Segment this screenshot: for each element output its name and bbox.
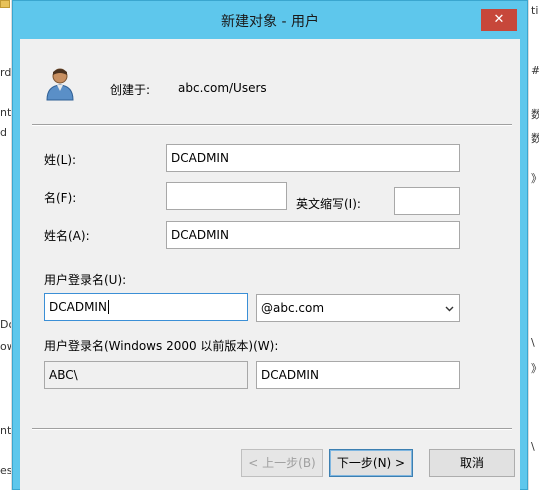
background-text: 数	[531, 130, 539, 146]
folder-icon	[0, 0, 10, 8]
logon-name-value: DCADMIN	[49, 300, 107, 314]
pre2000-domain-field: ABC\	[44, 361, 248, 389]
first-name-field[interactable]	[166, 182, 287, 210]
upn-suffix-value: @abc.com	[261, 301, 325, 315]
cancel-button[interactable]: 取消	[429, 449, 515, 477]
background-text: 数	[531, 106, 539, 122]
background-text: 》	[531, 360, 539, 376]
dialog-title: 新建对象 - 用户	[221, 14, 319, 30]
first-name-label: 名(F):	[44, 191, 77, 205]
full-name-label: 姓名(A):	[44, 229, 90, 243]
background-window-left: rd ntr d Do ow ntr es	[0, 0, 12, 490]
created-in-label: 创建于:	[110, 83, 151, 97]
chevron-down-icon	[445, 306, 454, 312]
background-text: ti	[531, 4, 539, 17]
upn-suffix-select[interactable]: @abc.com	[256, 294, 460, 322]
background-text: ntr	[0, 106, 12, 119]
pre2000-logon-label: 用户登录名(Windows 2000 以前版本)(W):	[44, 339, 279, 353]
logon-name-label: 用户登录名(U):	[44, 273, 127, 287]
background-window-right: ti # 数 数 》 \ 》 \	[528, 0, 539, 490]
title-bar[interactable]: 新建对象 - 用户 ✕	[13, 1, 527, 39]
pre2000-name-field[interactable]: DCADMIN	[256, 361, 460, 389]
last-name-label: 姓(L):	[44, 153, 77, 167]
background-text: rd	[0, 66, 12, 79]
initials-field[interactable]	[394, 187, 460, 215]
background-text: d	[0, 126, 7, 139]
user-icon	[46, 68, 74, 101]
logon-name-field[interactable]: DCADMIN	[44, 293, 248, 321]
initials-label: 英文缩写(I):	[296, 197, 361, 211]
next-button[interactable]: 下一步(N) >	[329, 449, 413, 477]
background-text: Do	[0, 318, 11, 331]
new-user-dialog: 新建对象 - 用户 ✕ 创建于: abc.com/Users 姓(L): DCA…	[12, 0, 528, 490]
background-text: #	[531, 64, 539, 77]
full-name-field[interactable]: DCADMIN	[166, 221, 460, 249]
back-button[interactable]: < 上一步(B)	[241, 449, 323, 477]
background-text: es	[0, 464, 12, 477]
background-text: ntr	[0, 424, 12, 437]
background-text: \	[531, 440, 535, 453]
separator	[32, 124, 512, 126]
background-text: 》	[531, 170, 539, 186]
close-button[interactable]: ✕	[481, 9, 517, 31]
last-name-field[interactable]: DCADMIN	[166, 144, 460, 172]
close-icon: ✕	[493, 12, 505, 27]
background-text: \	[531, 336, 535, 349]
background-text: ow	[0, 340, 11, 353]
created-in-path: abc.com/Users	[178, 81, 267, 95]
text-caret	[107, 300, 109, 314]
separator	[32, 428, 512, 430]
dialog-body: 创建于: abc.com/Users 姓(L): DCADMIN 名(F): 英…	[20, 39, 520, 490]
